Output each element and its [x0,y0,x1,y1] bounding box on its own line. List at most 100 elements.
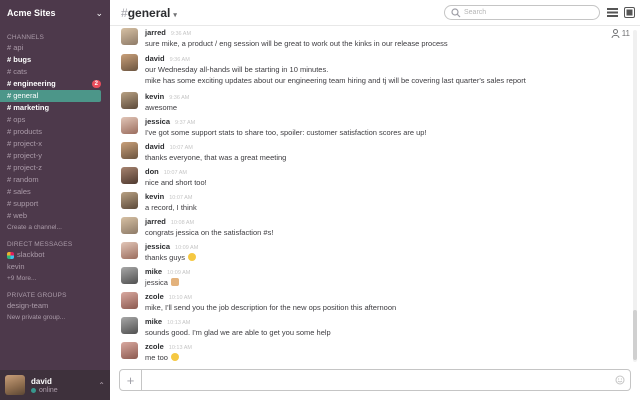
message-header: mike 10:09 AM [145,267,190,277]
channel-label: # products [7,127,43,136]
message-header: don 10:07 AM [145,167,207,177]
avatar[interactable] [121,28,138,45]
group-label: design-team [7,301,49,310]
sender-name[interactable]: zcole [145,342,164,352]
avatar[interactable] [121,117,138,134]
sender-name[interactable]: jessica [145,242,170,252]
private-groups-section-title[interactable]: PRIVATE GROUPS [0,292,110,299]
search-input[interactable]: Search [444,5,600,20]
avatar[interactable] [121,92,138,109]
sender-name[interactable]: don [145,167,159,177]
channels-section-title[interactable]: CHANNELS [0,34,110,41]
avatar[interactable] [121,267,138,284]
channel-title[interactable]: #general ▾ [121,6,177,20]
sidebar-item-project-y[interactable]: # project-y [0,150,110,162]
message-body: mike 10:13 AM sounds good. I'm glad we ar… [145,317,331,338]
new-private-group-link[interactable]: New private group... [0,312,110,323]
sidebar-item-random[interactable]: # random [0,174,110,186]
sender-name[interactable]: kevin [145,92,164,102]
sidebar-item-web[interactable]: # web [0,210,110,222]
sidebar-item-cats[interactable]: # cats [0,66,110,78]
create-channel-link[interactable]: Create a channel... [0,222,110,233]
avatar[interactable] [121,217,138,234]
emoji-picker-icon[interactable] [615,375,625,385]
chevron-down-icon[interactable]: ⌄ [95,8,103,18]
message-text: jessica [145,277,190,288]
presence-dot-icon [31,387,36,393]
direct-messages-section-title[interactable]: DIRECT MESSAGES [0,241,110,248]
channel-name: general [127,5,171,20]
more-dms-link[interactable]: +9 More... [0,273,110,284]
message-header: jarred 9:36 AM [145,28,448,38]
message-header: david 10:07 AM [145,142,286,152]
avatar[interactable] [121,192,138,209]
message-body: david 9:36 AM our Wednesday all-hands wil… [145,54,526,86]
plus-icon: + [126,372,135,388]
avatar[interactable] [121,342,138,359]
user-status: online [31,387,98,394]
message: zcole 10:13 AM me too [121,342,192,363]
sidebar-item-project-z[interactable]: # project-z [0,162,110,174]
channel-label: # project-z [7,163,43,172]
dm-slackbot[interactable]: slackbot [0,249,110,261]
sidebar-item-marketing[interactable]: # marketing [0,102,110,114]
avatar[interactable] [121,142,138,159]
message-header: mike 10:13 AM [145,317,331,327]
avatar[interactable] [121,317,138,334]
avatar[interactable] [121,292,138,309]
dm-label: slackbot [17,250,45,259]
avatar[interactable] [121,167,138,184]
sidebar-item-products[interactable]: # products [0,126,110,138]
sender-name[interactable]: jessica [145,117,170,127]
user-menu[interactable]: david online ⌃ [0,370,110,400]
list-icon[interactable] [607,7,618,18]
channel-label: # api [7,43,24,52]
message-list: jarred 9:36 AM sure mike, a product / eng… [110,26,628,366]
scrollbar-thumb[interactable] [633,310,637,360]
sender-name[interactable]: david [145,54,165,64]
message-header: zcole 10:13 AM [145,342,192,352]
sender-name[interactable]: mike [145,267,162,277]
channel-hash: # [121,5,128,20]
group-design-team[interactable]: design-team [0,300,110,312]
sidebar-toggle-icon[interactable] [624,7,635,18]
sender-name[interactable]: kevin [145,192,164,202]
sender-name[interactable]: mike [145,317,162,327]
sidebar-item-general[interactable]: # general [0,90,101,102]
channel-label: # engineering [7,79,56,88]
user-name: david [31,376,52,386]
channel-label: # marketing [7,103,50,112]
sidebar-item-support[interactable]: # support [0,198,110,210]
message-input[interactable] [142,370,615,390]
message: david 9:36 AM our Wednesday all-hands wil… [121,54,526,86]
message: mike 10:13 AM sounds good. I'm glad we ar… [121,317,331,338]
thumbs-up-emoji-icon [171,278,180,286]
sidebar-item-bugs[interactable]: # bugs [0,54,110,66]
sidebar-item-project-x[interactable]: # project-x [0,138,110,150]
message-body: zcole 10:10 AM mike, I'll send you the jo… [145,292,396,313]
sidebar-item-ops[interactable]: # ops [0,114,110,126]
attach-button[interactable]: + [120,370,142,390]
message-text: sure mike, a product / eng session will … [145,39,448,48]
dm-kevin[interactable]: kevin [0,261,110,273]
channel-list: # api # bugs # cats # engineering 2 # gen… [0,42,110,222]
team-menu[interactable]: Acme Sites ⌄ [0,0,110,26]
sender-name[interactable]: david [145,142,165,152]
sender-name[interactable]: jarred [145,28,166,38]
sender-name[interactable]: zcole [145,292,164,302]
avatar[interactable] [121,242,138,259]
message-scrollbar[interactable] [633,30,637,362]
message-text-content: jessica [145,278,168,287]
channel-label: # bugs [7,55,32,64]
chevron-down-icon[interactable]: ▾ [173,12,177,19]
avatar[interactable] [121,54,138,71]
message-body: mike 10:09 AM jessica [145,267,190,288]
channel-label: # project-x [7,139,43,148]
message-header: kevin 10:07 AM [145,192,197,202]
sidebar-item-sales[interactable]: # sales [0,186,110,198]
sender-name[interactable]: jarred [145,217,166,227]
team-name: Acme Sites [7,8,56,18]
chevron-up-icon[interactable]: ⌃ [98,381,105,390]
sidebar-item-api[interactable]: # api [0,42,110,54]
sidebar-item-engineering[interactable]: # engineering 2 [0,78,110,90]
